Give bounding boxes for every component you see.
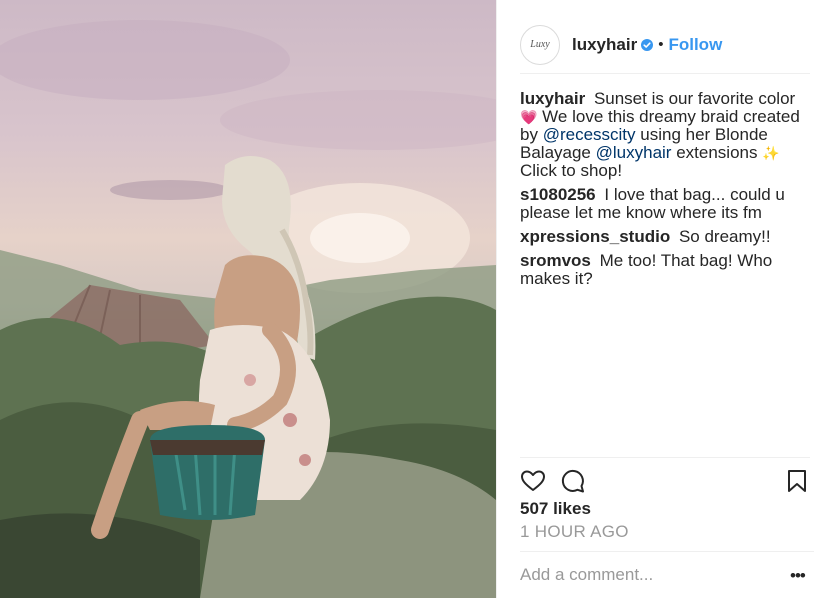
comment-item: xpressions_studio So dreamy!! [520,228,816,246]
caption-text: extensions [676,143,758,162]
heart-icon[interactable] [520,468,546,494]
comment-text: So dreamy!! [678,227,771,246]
post-author-username[interactable]: luxyhair [572,35,637,55]
post-photo[interactable] [0,0,496,598]
sparkles-emoji-icon: ✨ [762,145,780,161]
bookmark-icon[interactable] [784,468,810,494]
more-options-icon[interactable]: ••• [790,566,806,586]
post-photo-illustration [0,20,496,598]
add-comment-divider [520,551,814,552]
avatar[interactable]: Luxy [520,24,560,65]
caption-text: Click to shop! [520,161,623,180]
comment-item: sromvos Me too! That bag! Who makes it? [520,252,816,288]
verified-badge-icon [641,38,654,51]
post-timestamp[interactable]: 1 HOUR AGO [520,522,629,542]
comments-list: luxyhair Sunset is our favorite color 💗 … [520,90,816,294]
comment-item: s1080256 I love that bag... could u plea… [520,186,816,222]
follow-button[interactable]: Follow [668,35,722,55]
caption-text: Sunset is our favorite color [593,89,796,108]
comment-username[interactable]: s1080256 [520,185,596,204]
comment-icon[interactable] [560,468,586,494]
heart-emoji-icon: 💗 [520,109,538,125]
likes-count[interactable]: 507 likes [520,499,591,519]
caption-username[interactable]: luxyhair [520,89,585,108]
post-header: Luxy luxyhair • Follow [520,16,810,74]
mention-link[interactable]: @recesscity [543,125,636,144]
separator-dot: • [658,36,664,53]
comment-username[interactable]: sromvos [520,251,591,270]
add-comment-input[interactable] [520,564,780,586]
comment-username[interactable]: xpressions_studio [520,227,670,246]
actions-divider [520,457,810,458]
caption: luxyhair Sunset is our favorite color 💗 … [520,90,816,180]
mention-link[interactable]: @luxyhair [596,143,672,162]
